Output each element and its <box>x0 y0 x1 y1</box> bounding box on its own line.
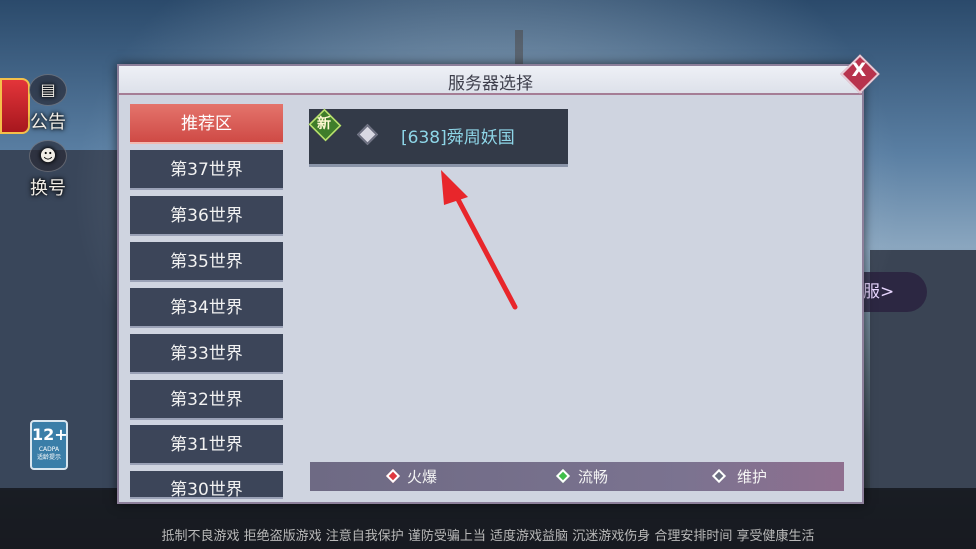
new-badge-label: 新 <box>317 116 331 132</box>
maintenance-diamond-icon <box>711 468 727 484</box>
tab-world-34[interactable]: 第34世界 <box>130 288 283 328</box>
tab-world-37[interactable]: 第37世界 <box>130 150 283 190</box>
tab-world-35[interactable]: 第35世界 <box>130 242 283 282</box>
notice-icon: ▤ <box>29 74 67 106</box>
hot-diamond-icon <box>385 468 401 484</box>
tab-world-32[interactable]: 第32世界 <box>130 380 283 420</box>
dialog-header: 服务器选择 <box>119 66 862 95</box>
close-button[interactable]: X <box>840 54 880 94</box>
legend-smooth: 流畅 <box>578 468 609 486</box>
age-rating-note: 适龄提示 <box>36 454 61 461</box>
notice-button[interactable]: ▤ 公告 <box>18 74 78 134</box>
server-status-diamond-icon <box>356 123 379 146</box>
server-select-peek-label: 服> <box>863 282 895 302</box>
tab-world-36[interactable]: 第36世界 <box>130 196 283 236</box>
tab-recommended[interactable]: 推荐区 <box>130 104 283 144</box>
age-rating-badge: 12+ CADPA 适龄提示 <box>30 420 68 470</box>
notice-label: 公告 <box>30 112 66 133</box>
switch-account-button[interactable]: ☻ 换号 <box>18 140 78 200</box>
legend-hot: 火爆 <box>407 468 438 486</box>
age-rating: 12+ <box>32 425 68 444</box>
close-label: X <box>851 59 867 81</box>
status-legend: 火爆 流畅 维护 <box>310 462 844 491</box>
age-rating-org: CADPA <box>38 446 60 453</box>
health-notice: 抵制不良游戏 拒绝盗版游戏 注意自我保护 谨防受骗上当 适度游戏益脑 沉迷游戏伤… <box>161 529 815 544</box>
user-icon: ☻ <box>29 140 67 172</box>
switch-account-label: 换号 <box>30 178 66 199</box>
legend-maintenance: 维护 <box>737 468 768 486</box>
server-name: [638]舜周妖国 <box>401 128 515 148</box>
smooth-diamond-icon <box>555 468 571 484</box>
new-badge: 新 <box>307 107 342 142</box>
tab-world-33[interactable]: 第33世界 <box>130 334 283 374</box>
tab-world-31[interactable]: 第31世界 <box>130 425 283 465</box>
server-card[interactable]: 新 [638]舜周妖国 <box>307 107 568 167</box>
tab-world-30[interactable]: 第30世界 <box>130 471 283 499</box>
dialog-title: 服务器选择 <box>448 74 533 94</box>
